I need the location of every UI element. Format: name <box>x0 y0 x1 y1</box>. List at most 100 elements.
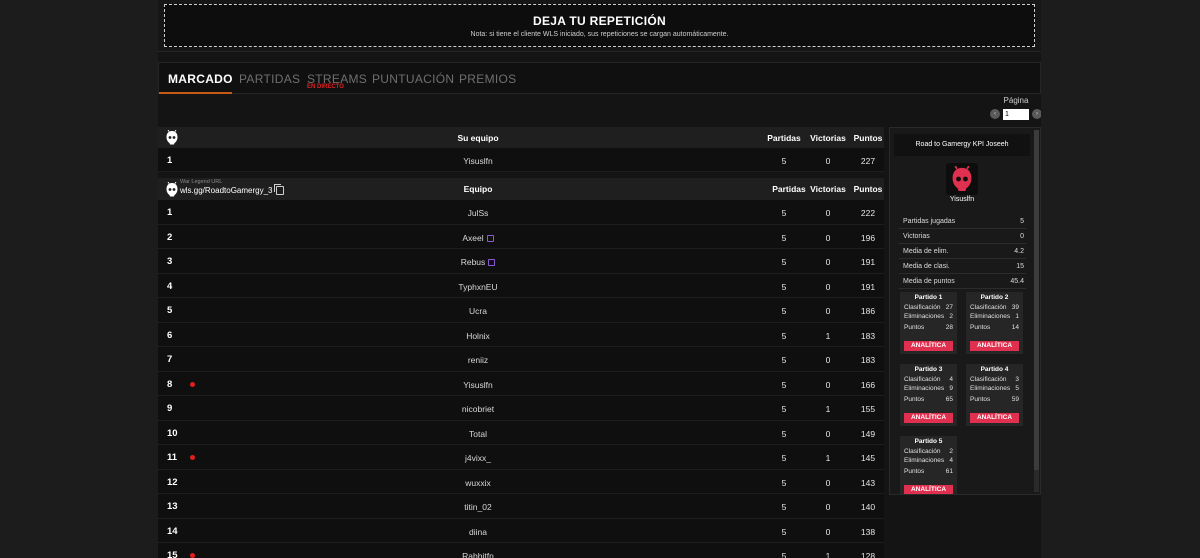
tab-marcado[interactable]: MARCADO <box>168 72 233 86</box>
active-tab-indicator <box>159 92 232 94</box>
tab-premios[interactable]: PREMIOS <box>459 72 516 86</box>
table-row[interactable]: 2 Axeel 5 0 196 <box>158 224 884 249</box>
team-name-text: TyphxnEU <box>458 281 498 292</box>
team-name-text: nicobriet <box>461 404 495 414</box>
player-stats-panel: Road to Gamergy KPI Joseeh Yisuslfn Part… <box>889 127 1041 495</box>
row-position: 15 <box>167 550 178 558</box>
col-header-team: Su equipo <box>457 133 499 143</box>
row-position: 9 <box>167 403 173 414</box>
match-label: Puntos <box>970 396 991 403</box>
stat-row: Victorias 0 <box>899 229 1026 244</box>
standings-table: Su equipo Partidas Victorias Puntos 1 Yi… <box>158 127 884 558</box>
replay-upload-note: Nota: si tiene el cliente WLS iniciado, … <box>470 31 729 38</box>
team-name-text: JulSs <box>467 208 489 218</box>
match-placement-line: Clasificación 4 <box>900 375 957 384</box>
next-page-button[interactable]: › <box>1032 109 1041 119</box>
match-value: 9 <box>949 385 953 392</box>
tab-partidas[interactable]: PARTIDAS <box>239 72 300 86</box>
team-name-text: Axeel <box>462 232 484 243</box>
table-row[interactable]: 15 Rabbitfn 5 1 128 <box>158 543 884 558</box>
row-team-name: j4vixx_ <box>328 453 628 463</box>
analytics-button[interactable]: ANALÍTICA <box>970 413 1019 423</box>
twitch-icon[interactable] <box>488 259 496 266</box>
table-row[interactable]: 11 j4vixx_ 5 1 145 <box>158 445 884 470</box>
table-row[interactable]: 10 Total 5 0 149 <box>158 420 884 445</box>
tournament-page: DEJA TU REPETICIÓN Nota: si tiene el cli… <box>158 0 1041 558</box>
match-value: 2 <box>949 448 953 455</box>
match-value: 2 <box>949 313 953 320</box>
match-kills-line: Eliminaciones 5 <box>966 384 1023 393</box>
table-row[interactable]: 7 reniiz 5 0 183 <box>158 347 884 372</box>
match-value: 4 <box>949 376 953 383</box>
row-team-name: Ucra <box>328 306 628 316</box>
panel-scrollbar[interactable] <box>1034 130 1039 492</box>
team-name-text: Total <box>469 428 487 439</box>
analytics-button[interactable]: ANALÍTICA <box>904 413 953 423</box>
stat-value: 4.2 <box>1014 248 1024 255</box>
row-team-name: diina <box>328 527 628 537</box>
match-label: Puntos <box>904 468 925 475</box>
match-card: Partido 4 Clasificación 3 Eliminaciones 5 Pun… <box>966 364 1023 426</box>
table-row[interactable]: 8 Yisuslfn 5 0 166 <box>158 371 884 396</box>
pagination-label: Página <box>1003 96 1029 105</box>
row-points: 143 <box>860 477 876 488</box>
table-row[interactable]: 3 Rebus 5 0 191 <box>158 249 884 274</box>
gamergy-logo-icon <box>166 182 178 197</box>
table-row[interactable]: 12 wuxxix 5 0 143 <box>158 469 884 494</box>
stat-value: 0 <box>1020 233 1024 240</box>
stat-label: Media de elim. <box>903 248 949 255</box>
page-number-input[interactable] <box>1003 109 1029 120</box>
team-name-text: Ucra <box>469 306 487 316</box>
match-value: 1 <box>1015 313 1019 320</box>
replay-upload-section: DEJA TU REPETICIÓN Nota: si tiene el cli… <box>158 0 1041 52</box>
match-value: 61 <box>945 468 953 475</box>
twitch-icon[interactable] <box>486 234 494 242</box>
analytics-button[interactable]: ANALÍTICA <box>904 485 953 494</box>
match-label: Eliminaciones <box>904 313 945 320</box>
copy-icon[interactable] <box>273 184 284 195</box>
my-team-header: Su equipo Partidas Victorias Puntos <box>158 127 884 148</box>
my-team-row[interactable]: 1 Yisuslfn 5 0 227 <box>158 148 884 172</box>
row-points: 183 <box>860 330 876 341</box>
table-row[interactable]: 1 JulSs 5 0 222 <box>158 200 884 225</box>
tab-puntuacion[interactable]: PUNTUACIÓN <box>372 72 454 86</box>
live-indicator-icon <box>190 553 195 558</box>
row-points: 191 <box>860 257 876 267</box>
match-value: 5 <box>1015 385 1019 392</box>
team-name-text: j4vixx_ <box>465 453 491 463</box>
row-position: 1 <box>167 207 173 218</box>
stat-label: Media de puntos <box>903 278 955 285</box>
match-title: Partido 4 <box>980 366 1009 373</box>
match-label: Eliminaciones <box>904 457 945 464</box>
wls-url-link[interactable]: wls.gg/RoadtoGamergy_3 <box>180 184 284 195</box>
analytics-button[interactable]: ANALÍTICA <box>970 341 1019 351</box>
row-position: 10 <box>167 427 178 439</box>
analytics-button[interactable]: ANALÍTICA <box>904 341 953 351</box>
row-team-name: Yisuslfn <box>328 380 628 390</box>
panel-scrollbar-thumb[interactable] <box>1034 130 1039 470</box>
table-row[interactable]: 14 diina 5 0 138 <box>158 518 884 543</box>
row-points: 196 <box>860 232 876 243</box>
match-points-line: Puntos 14 <box>966 323 1023 332</box>
table-row[interactable]: 4 TyphxnEU 5 0 191 <box>158 273 884 298</box>
replay-drop-zone[interactable]: DEJA TU REPETICIÓN Nota: si tiene el cli… <box>164 4 1035 47</box>
match-placement-line: Clasificación 27 <box>900 303 957 312</box>
row-position: 7 <box>167 354 173 365</box>
match-value: 59 <box>1011 396 1019 403</box>
stat-row: Media de puntos 45.4 <box>899 274 1026 289</box>
stat-value: 15 <box>1016 263 1024 270</box>
row-team-name: wuxxix <box>328 478 628 488</box>
row-position: 1 <box>167 155 173 166</box>
prev-page-button[interactable]: ‹ <box>990 109 1000 119</box>
match-value: 3 <box>1015 376 1019 383</box>
table-row[interactable]: 9 nicobriet 5 1 155 <box>158 396 884 421</box>
match-points-line: Puntos 59 <box>966 395 1023 404</box>
row-points: 128 <box>860 551 876 558</box>
row-position: 3 <box>167 256 173 267</box>
match-points-line: Puntos 65 <box>900 395 957 404</box>
table-row[interactable]: 13 titin_02 5 0 140 <box>158 494 884 519</box>
team-name-text: titin_02 <box>464 502 492 512</box>
match-points-line: Puntos 28 <box>900 323 957 332</box>
table-row[interactable]: 6 Holnix 5 1 183 <box>158 322 884 347</box>
table-row[interactable]: 5 Ucra 5 0 186 <box>158 298 884 323</box>
